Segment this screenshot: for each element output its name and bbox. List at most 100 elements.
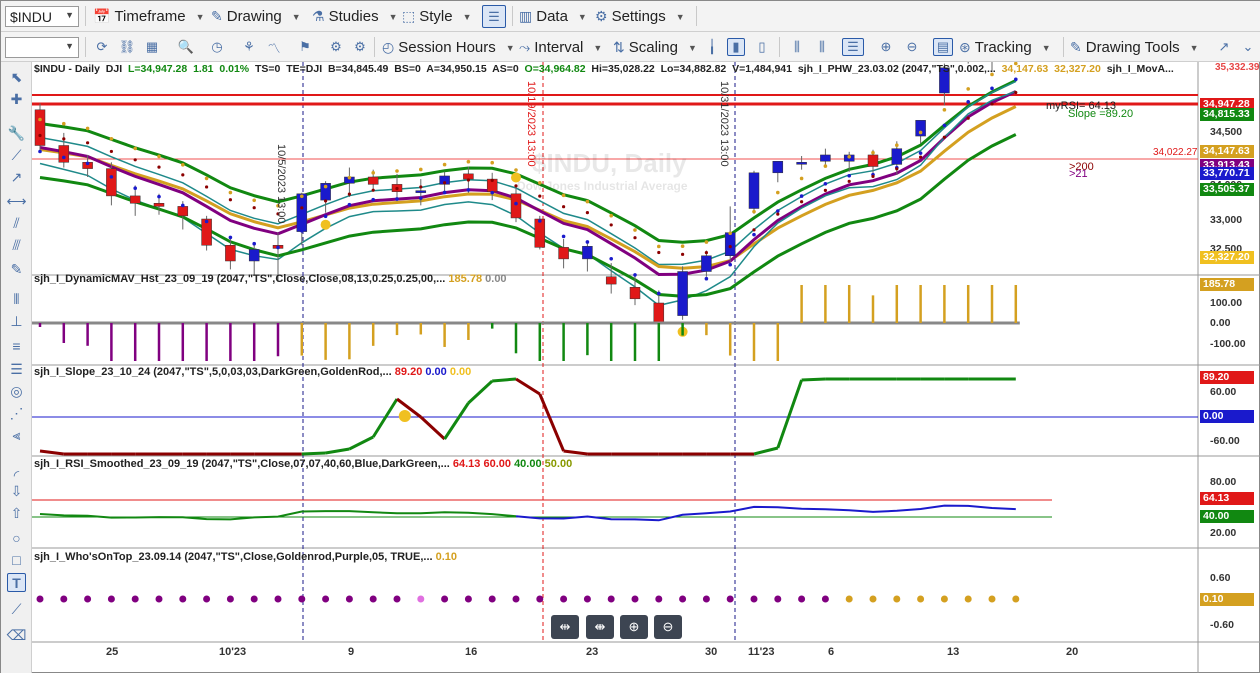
data-window-icon[interactable]: ▤ bbox=[933, 38, 953, 56]
scaling-menu[interactable]: ⇅ Scaling ▼ bbox=[613, 36, 697, 59]
drawing-menu[interactable]: ✎ Drawing ▼ bbox=[211, 5, 301, 28]
slope-line bbox=[776, 379, 804, 449]
chevron-down-icon[interactable]: ⌄ bbox=[1241, 38, 1255, 56]
crosshair-icon[interactable]: ✚ bbox=[7, 90, 26, 109]
style-menu[interactable]: ⬚ Style ▼ bbox=[402, 5, 472, 28]
zoom-out-icon: ⊖ bbox=[662, 619, 674, 634]
timeframe-menu[interactable]: 📅 Timeframe ▼ bbox=[93, 5, 204, 28]
bar-chart-icon[interactable]: ╽ bbox=[703, 38, 721, 56]
pane4-value: 64.13 bbox=[452, 458, 481, 470]
drawing-tools-menu[interactable]: ✎ Drawing Tools ▼ bbox=[1070, 36, 1199, 59]
ruler-icon[interactable]: ⟋ bbox=[7, 600, 26, 619]
expand-bars-button[interactable]: ⇼ bbox=[586, 615, 614, 639]
chevron-down-icon: ▼ bbox=[65, 41, 74, 51]
trail-dot bbox=[324, 199, 328, 203]
candle-body bbox=[34, 109, 46, 146]
settings-icon[interactable]: ⚙ bbox=[351, 38, 369, 56]
slope-line bbox=[419, 415, 446, 441]
grid-icon[interactable]: ▦ bbox=[143, 38, 161, 56]
fib-icon[interactable]: ≡ bbox=[7, 336, 26, 355]
header-study1-value: 34,147.63 bbox=[1001, 63, 1049, 75]
compress-bars-button[interactable]: ⇹ bbox=[551, 615, 579, 639]
whos-on-top-dot bbox=[917, 595, 925, 603]
analysis-icon[interactable]: ⚘ bbox=[240, 38, 258, 56]
settings-menu[interactable]: ⚙ Settings ▼ bbox=[595, 5, 685, 28]
whos-on-top-dot bbox=[1012, 595, 1020, 603]
separator bbox=[696, 6, 697, 26]
time-tick: 16 bbox=[465, 646, 478, 658]
hist-tick: 0.00 bbox=[1210, 317, 1231, 329]
time-tick: 13 bbox=[947, 646, 960, 658]
line-chart-icon[interactable]: 〽 bbox=[265, 38, 283, 56]
trail-dot bbox=[157, 165, 161, 169]
signal-icon[interactable]: ⚑ bbox=[296, 38, 314, 56]
parallel-lines-icon[interactable]: ⫻ bbox=[7, 236, 26, 255]
ellipse-icon[interactable]: ○ bbox=[7, 528, 26, 547]
trail-dot bbox=[657, 244, 661, 249]
trail-dot bbox=[752, 209, 756, 214]
style-icon: ⬚ bbox=[402, 8, 416, 24]
clock-icon[interactable]: ◷ bbox=[208, 38, 226, 56]
hollow-candle-icon[interactable]: ▯ bbox=[753, 38, 771, 56]
candle-body bbox=[558, 247, 569, 260]
trail-dot bbox=[419, 167, 423, 172]
ma21-annotation: >21 bbox=[1069, 168, 1088, 180]
pencil-icon[interactable]: ✎ bbox=[7, 260, 26, 279]
data-menu[interactable]: ▥ Data ▼ bbox=[519, 5, 587, 28]
zoom-out-button[interactable]: ⊖ bbox=[654, 615, 682, 639]
ray-icon[interactable]: ↗ bbox=[7, 168, 26, 187]
header-last: L=34,947.28 bbox=[127, 63, 188, 75]
interval-menu[interactable]: ⤳ Interval ▼ bbox=[519, 36, 602, 59]
trail-dot bbox=[776, 212, 780, 216]
gann-icon[interactable]: ⊥ bbox=[7, 312, 26, 331]
symbol-combo[interactable]: $INDU ▼ bbox=[5, 6, 79, 27]
zoom-in-icon[interactable]: ⊕ bbox=[877, 38, 895, 56]
layout-icon[interactable]: ☰ bbox=[842, 38, 864, 56]
candle-body bbox=[629, 287, 641, 300]
trail-dot bbox=[181, 162, 185, 167]
pointer-icon[interactable]: ⬉ bbox=[7, 68, 26, 87]
workspace-combo[interactable]: ▼ bbox=[5, 37, 79, 58]
candle-body bbox=[106, 168, 117, 197]
header-pct: 0.01% bbox=[219, 63, 250, 75]
slope-line bbox=[325, 447, 350, 455]
text-tool-icon[interactable]: T bbox=[7, 573, 26, 592]
zoom-out-icon[interactable]: ⊖ bbox=[903, 38, 921, 56]
link-icon[interactable]: ⛓ bbox=[118, 38, 136, 56]
scatter-icon[interactable]: ⋰ bbox=[7, 404, 26, 423]
chart-area[interactable]: $INDU - Daily DJI L=34,947.28 1.81 0.01%… bbox=[32, 62, 1260, 673]
zoom-in-button[interactable]: ⊕ bbox=[620, 615, 648, 639]
trail-dot bbox=[395, 197, 399, 201]
trail-dot bbox=[490, 190, 495, 195]
whos-on-top-dot bbox=[845, 595, 853, 603]
studies-menu[interactable]: ⚗ Studies ▼ bbox=[312, 5, 398, 28]
channel-icon[interactable]: ⫽ bbox=[7, 214, 26, 233]
candlestick-icon[interactable]: ▮ bbox=[727, 38, 745, 56]
expand-icon[interactable]: ⫼ bbox=[813, 38, 831, 56]
zoom-search-icon[interactable]: 🔍 bbox=[177, 38, 195, 56]
rsi-pane bbox=[32, 499, 1052, 522]
wrench-icon[interactable]: 🔧 bbox=[7, 124, 26, 143]
cycle-icon[interactable]: ◎ bbox=[7, 382, 26, 401]
rsi-tick: 20.00 bbox=[1210, 527, 1237, 539]
arrow-down-icon[interactable]: ⇩ bbox=[7, 482, 26, 501]
rectangle-icon[interactable]: □ bbox=[7, 550, 26, 569]
tracking-menu[interactable]: ⊛ Tracking ▼ bbox=[959, 36, 1051, 59]
vertical-lines-icon[interactable]: ⦀ bbox=[7, 290, 26, 309]
trail-dot bbox=[204, 176, 209, 181]
layout-toggle-button[interactable]: ☰ bbox=[482, 5, 506, 28]
trend-icon[interactable]: ↗ bbox=[1215, 38, 1233, 56]
trail-dot bbox=[228, 190, 233, 195]
strategy-icon[interactable]: ⚙ bbox=[327, 38, 345, 56]
trail-dot bbox=[538, 219, 542, 223]
compress-icon[interactable]: ⫼ bbox=[788, 38, 806, 56]
trendline-icon[interactable]: ⟋ bbox=[7, 146, 26, 165]
fib-extension-icon[interactable]: ☰ bbox=[7, 360, 26, 379]
speedlines-icon[interactable]: ⫷ bbox=[7, 426, 26, 445]
session-hours-menu[interactable]: ◴ Session Hours ▼ bbox=[382, 36, 515, 59]
arrow-up-icon[interactable]: ⇧ bbox=[7, 504, 26, 523]
refresh-icon[interactable]: ⟳ bbox=[93, 38, 111, 56]
horizontal-line-icon[interactable]: ⟷ bbox=[6, 192, 26, 211]
eraser-icon[interactable]: ⌫ bbox=[7, 626, 27, 645]
trail-dot bbox=[62, 155, 66, 160]
